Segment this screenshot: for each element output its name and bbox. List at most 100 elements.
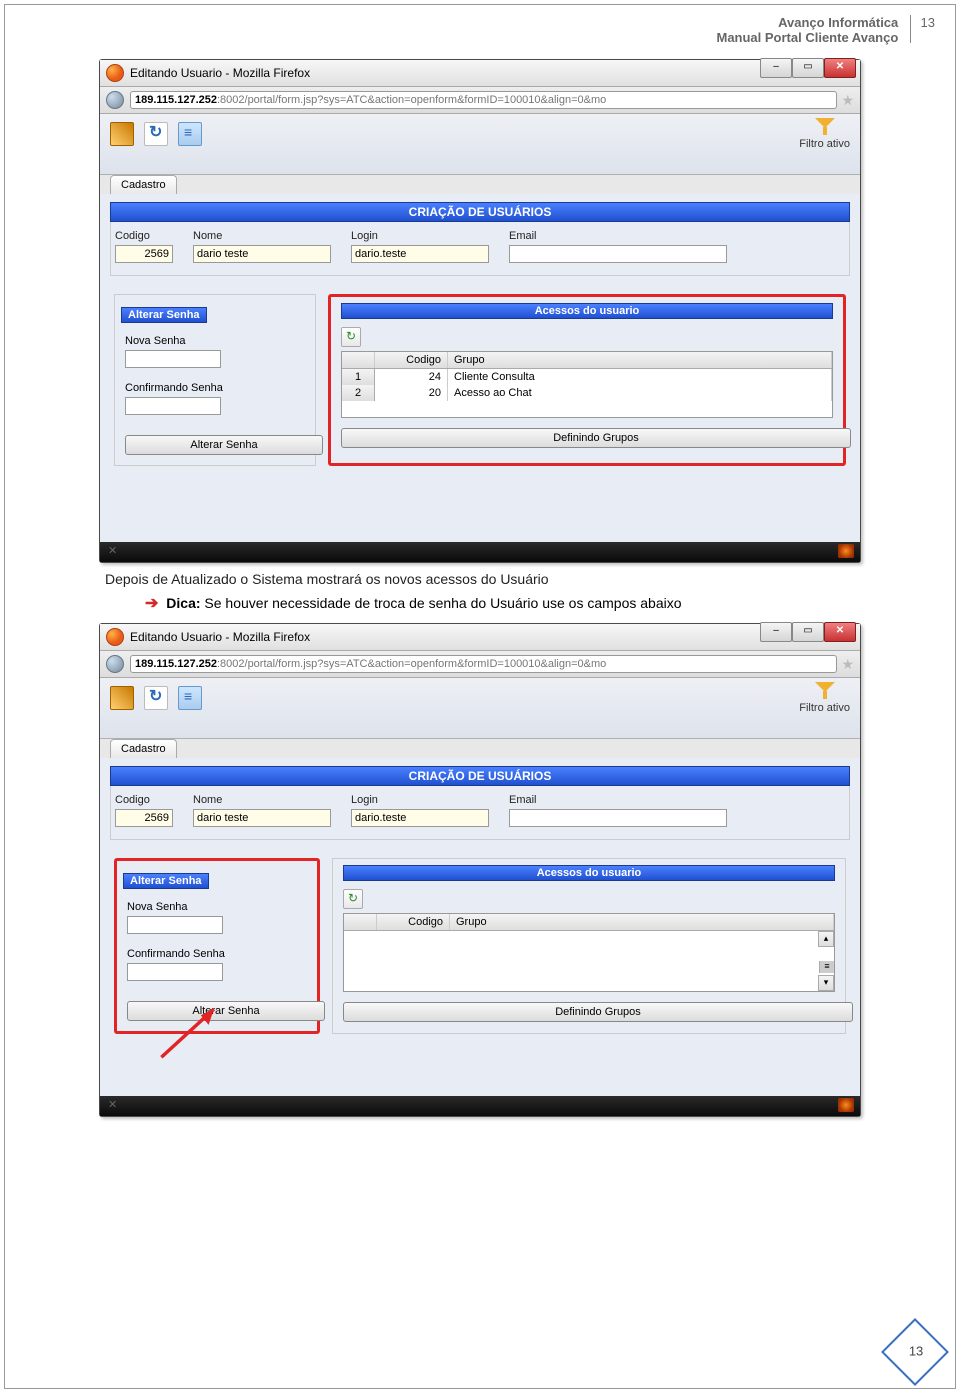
funnel-icon[interactable]: [815, 118, 835, 136]
nova-senha-input[interactable]: [125, 350, 221, 368]
section-criacao-usuarios: CRIAÇÃO DE USUÁRIOS: [110, 766, 850, 786]
login-label: Login: [351, 794, 489, 806]
firefox-icon: [106, 64, 124, 82]
acessos-grid: Codigo Grupo 1 24 Cliente Consulta 2 20 …: [341, 351, 833, 418]
footer-x-icon: ✕: [108, 544, 117, 557]
page-number-bottom: 13: [894, 1343, 938, 1358]
codigo-input[interactable]: [115, 245, 173, 263]
login-input[interactable]: [351, 245, 489, 263]
codigo-input[interactable]: [115, 809, 173, 827]
refresh-icon[interactable]: [144, 686, 168, 710]
header-divider: [910, 15, 911, 43]
grid-col-num: [342, 352, 375, 368]
alterar-senha-title: Alterar Senha: [123, 873, 209, 889]
filtro-ativo-label: Filtro ativo: [799, 138, 850, 150]
footer-spark-icon: [838, 544, 854, 558]
grid-refresh-icon[interactable]: ↻: [341, 327, 361, 347]
nome-label: Nome: [193, 794, 331, 806]
url-path: :8002/portal/form.jsp?sys=ATC&action=ope…: [217, 658, 606, 670]
scroll-thumb[interactable]: ≡: [819, 961, 834, 973]
definindo-grupos-button[interactable]: Definindo Grupos: [343, 1002, 853, 1022]
save-icon[interactable]: [110, 122, 134, 146]
window-titlebar: Editando Usuario - Mozilla Firefox – ▭ ✕: [100, 60, 860, 87]
alterar-senha-title: Alterar Senha: [121, 307, 207, 323]
bookmark-star-icon[interactable]: ★: [841, 656, 854, 673]
url-path: :8002/portal/form.jsp?sys=ATC&action=ope…: [217, 94, 606, 106]
email-label: Email: [509, 230, 727, 242]
acessos-usuario-panel: Acessos do usuario ↻ Codigo Grupo ▴ ≡ ▾: [332, 858, 846, 1034]
confirmando-senha-input[interactable]: [125, 397, 221, 415]
address-bar: 189.115.127.252:8002/portal/form.jsp?sys…: [100, 87, 860, 114]
minimize-button[interactable]: –: [760, 622, 792, 642]
window-footer: ✕: [100, 542, 860, 562]
alterar-senha-panel: Alterar Senha Nova Senha Confirmando Sen…: [114, 294, 316, 466]
url-host: 189.115.127.252: [135, 94, 217, 106]
acessos-usuario-title: Acessos do usuario: [343, 865, 835, 881]
grid-col-grupo: Grupo: [448, 352, 832, 368]
bookmark-star-icon[interactable]: ★: [841, 92, 854, 109]
nova-senha-input[interactable]: [127, 916, 223, 934]
footer-spark-icon: [838, 1098, 854, 1112]
caption-1: Depois de Atualizado o Sistema mostrará …: [105, 571, 865, 587]
acessos-grid: Codigo Grupo ▴ ≡ ▾: [343, 913, 835, 992]
callout-arrow-icon: [147, 996, 237, 1071]
grid-row[interactable]: 1 24 Cliente Consulta: [342, 369, 832, 385]
section-criacao-usuarios: CRIAÇÃO DE USUÁRIOS: [110, 202, 850, 222]
scroll-down-icon[interactable]: ▾: [818, 975, 834, 991]
sheet-icon[interactable]: [178, 686, 202, 710]
scroll-up-icon[interactable]: ▴: [818, 931, 834, 947]
window-title: Editando Usuario - Mozilla Firefox: [130, 66, 310, 80]
login-label: Login: [351, 230, 489, 242]
url-box[interactable]: 189.115.127.252:8002/portal/form.jsp?sys…: [130, 655, 837, 673]
grid-refresh-icon[interactable]: ↻: [343, 889, 363, 909]
address-bar: 189.115.127.252:8002/portal/form.jsp?sys…: [100, 651, 860, 678]
nome-input[interactable]: [193, 245, 331, 263]
window-footer: ✕: [100, 1096, 860, 1116]
grid-row[interactable]: 2 20 Acesso ao Chat: [342, 385, 832, 401]
save-icon[interactable]: [110, 686, 134, 710]
page-header: Avanço Informática Manual Portal Cliente…: [5, 5, 955, 49]
nova-senha-label: Nova Senha: [127, 901, 307, 913]
globe-icon: [106, 655, 124, 673]
funnel-icon[interactable]: [815, 682, 835, 700]
close-button[interactable]: ✕: [824, 622, 856, 642]
definindo-grupos-button[interactable]: Definindo Grupos: [341, 428, 851, 448]
filtro-ativo-label: Filtro ativo: [799, 702, 850, 714]
grid-col-codigo: Codigo: [377, 914, 450, 930]
close-button[interactable]: ✕: [824, 58, 856, 78]
grid-col-codigo: Codigo: [375, 352, 448, 368]
page-number-top: 13: [921, 15, 935, 30]
nova-senha-label: Nova Senha: [125, 335, 305, 347]
grid-col-num: [344, 914, 377, 930]
minimize-button[interactable]: –: [760, 58, 792, 78]
window-title: Editando Usuario - Mozilla Firefox: [130, 630, 310, 644]
maximize-button[interactable]: ▭: [792, 622, 824, 642]
page-number-diamond: 13: [881, 1318, 949, 1386]
url-box[interactable]: 189.115.127.252:8002/portal/form.jsp?sys…: [130, 91, 837, 109]
nome-input[interactable]: [193, 809, 331, 827]
firefox-icon: [106, 628, 124, 646]
confirmando-senha-label: Confirmando Senha: [127, 948, 307, 960]
footer-x-icon: ✕: [108, 1098, 117, 1111]
email-input[interactable]: [509, 245, 727, 263]
grid-col-grupo: Grupo: [450, 914, 834, 930]
header-manual: Manual Portal Cliente Avanço: [716, 30, 898, 45]
cadastro-tab[interactable]: Cadastro: [110, 739, 177, 758]
email-input[interactable]: [509, 809, 727, 827]
confirmando-senha-input[interactable]: [127, 963, 223, 981]
sheet-icon[interactable]: [178, 122, 202, 146]
dica-line: ➔ Dica: Se houver necessidade de troca d…: [145, 593, 865, 613]
header-company: Avanço Informática: [778, 15, 898, 30]
cadastro-tab[interactable]: Cadastro: [110, 175, 177, 194]
dica-text: Se houver necessidade de troca de senha …: [201, 595, 682, 611]
globe-icon: [106, 91, 124, 109]
refresh-icon[interactable]: [144, 122, 168, 146]
dica-label: Dica:: [166, 595, 200, 611]
login-input[interactable]: [351, 809, 489, 827]
email-label: Email: [509, 794, 727, 806]
confirmando-senha-label: Confirmando Senha: [125, 382, 305, 394]
maximize-button[interactable]: ▭: [792, 58, 824, 78]
codigo-label: Codigo: [115, 794, 173, 806]
alterar-senha-button[interactable]: Alterar Senha: [125, 435, 323, 455]
acessos-usuario-title: Acessos do usuario: [341, 303, 833, 319]
